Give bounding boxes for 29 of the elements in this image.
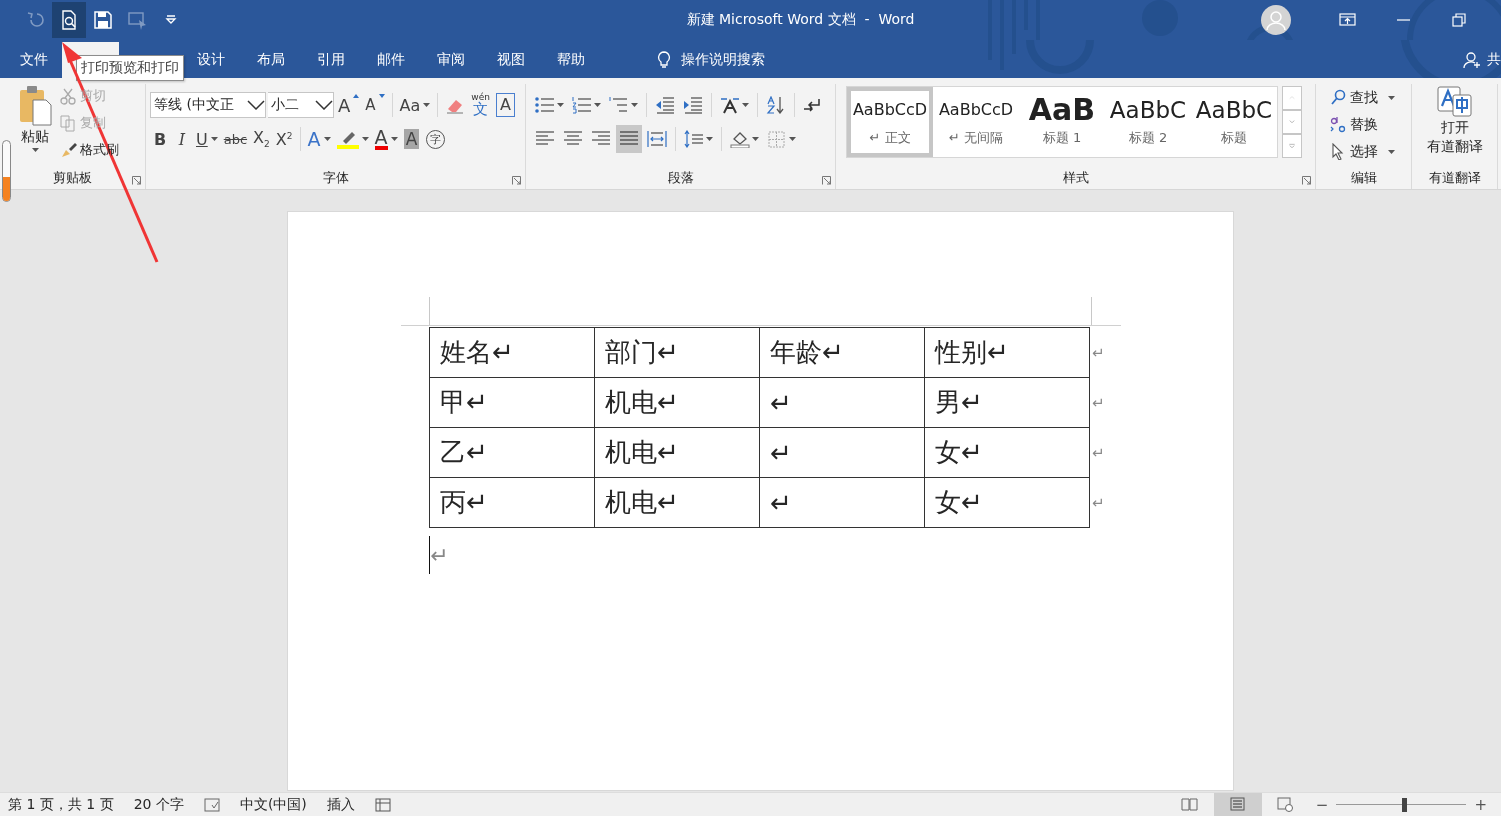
table-cell: 性别↵ xyxy=(924,327,1090,378)
group-label: 字体 xyxy=(322,169,349,187)
table-cell: 机电↵ xyxy=(594,477,760,528)
paragraph-mark: ↵ xyxy=(430,542,449,568)
group-label: 段落 xyxy=(667,169,694,187)
table-cell: 乙↵ xyxy=(429,427,595,478)
table-cell: 女↵ xyxy=(924,477,1090,528)
table-cell: 年龄↵ xyxy=(759,327,925,378)
tooltip: 打印预览和打印 xyxy=(76,55,184,81)
group-label: 样式 xyxy=(1062,169,1089,187)
table-cell: 机电↵ xyxy=(594,377,760,428)
table-cell: 姓名↵ xyxy=(429,327,595,378)
table-cell: 甲↵ xyxy=(429,377,595,428)
group-label: 编辑 xyxy=(1350,169,1377,187)
table-cell: 丙↵ xyxy=(429,477,595,528)
row-end-mark: ↵ xyxy=(1092,443,1105,462)
window-title: 新建 Microsoft Word 文档 - Word xyxy=(685,11,916,29)
table-cell: ↵ xyxy=(759,477,925,528)
table-cell: 男↵ xyxy=(924,377,1090,428)
group-label: 剪贴板 xyxy=(53,169,92,187)
table-cell: 女↵ xyxy=(924,427,1090,478)
table-cell: 部门↵ xyxy=(594,327,760,378)
group-label: 有道翻译 xyxy=(1428,169,1481,187)
row-end-mark: ↵ xyxy=(1092,343,1105,362)
row-end-mark: ↵ xyxy=(1092,393,1105,412)
table-cell: ↵ xyxy=(759,427,925,478)
row-end-mark: ↵ xyxy=(1092,493,1105,512)
table-cell: 机电↵ xyxy=(594,427,760,478)
table-cell: ↵ xyxy=(759,377,925,428)
